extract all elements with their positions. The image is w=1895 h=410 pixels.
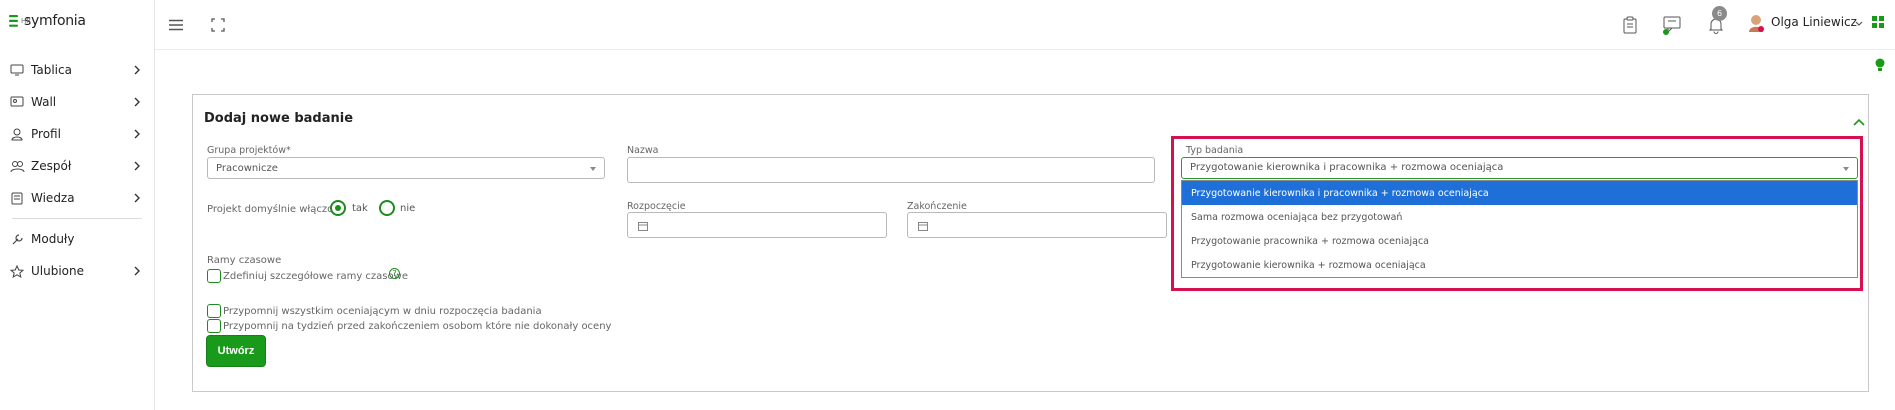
type-options-list: Przygotowanie kierownika i pracownika + … <box>1181 180 1858 278</box>
sidebar-item-zespol[interactable]: Zespół <box>0 150 155 182</box>
topbar: 6 Olga Liniewicz <box>155 0 1895 50</box>
create-button[interactable]: Utwórz <box>206 335 266 367</box>
book-icon <box>9 190 25 206</box>
chevron-right-icon <box>134 97 140 107</box>
default-no-radio[interactable] <box>379 200 395 216</box>
sidebar-item-label: Wiedza <box>31 191 75 205</box>
remind-all-label: Przypomnij wszystkim oceniającym w dniu … <box>223 306 542 317</box>
sidebar-item-ulubione[interactable]: Ulubione <box>0 255 155 287</box>
chevron-right-icon <box>134 161 140 171</box>
remind-all-checkbox[interactable] <box>207 304 221 318</box>
clipboard-icon[interactable] <box>1619 14 1641 36</box>
sidebar-item-wall[interactable]: Wall <box>0 86 155 118</box>
group-select[interactable]: Pracownicze <box>207 157 605 179</box>
chevron-down-icon[interactable] <box>1855 21 1863 27</box>
lightbulb-icon[interactable] <box>1874 57 1886 73</box>
chevron-right-icon <box>134 65 140 75</box>
messages-icon[interactable] <box>1661 14 1683 36</box>
caret-down-icon <box>590 167 596 171</box>
sidebar-item-label: Zespół <box>31 159 72 173</box>
help-icon[interactable]: ? <box>389 268 400 279</box>
sidebar-item-label: Profil <box>31 127 61 141</box>
user-name[interactable]: Olga Liniewicz <box>1771 15 1857 29</box>
fullscreen-icon[interactable] <box>207 14 229 36</box>
end-date-input[interactable] <box>907 212 1167 238</box>
type-option[interactable]: Przygotowanie pracownika + rozmowa oceni… <box>1182 229 1857 253</box>
sidebar-item-tablica[interactable]: Tablica <box>0 54 155 86</box>
group-select-value: Pracownicze <box>216 163 278 174</box>
type-select-value: Przygotowanie kierownika i pracownika + … <box>1190 162 1504 173</box>
default-project-label: Projekt domyślnie włączony <box>207 204 346 215</box>
sidebar-item-wiedza[interactable]: Wiedza <box>0 182 155 214</box>
avatar[interactable] <box>1747 13 1765 33</box>
hamburger-menu-icon[interactable] <box>165 14 187 36</box>
notification-badge: 6 <box>1712 6 1727 21</box>
chevron-right-icon <box>134 193 140 203</box>
wrench-icon <box>9 231 25 247</box>
logo-text: symfonia <box>24 13 86 29</box>
sidebar-item-profil[interactable]: Profil <box>0 118 155 150</box>
sidebar-nav: Tablica Wall Profil Zespół Wiedza Moduły… <box>0 54 155 287</box>
name-input[interactable] <box>627 157 1155 183</box>
user-icon <box>9 126 25 142</box>
star-icon <box>9 263 25 279</box>
default-no-label: nie <box>400 203 416 214</box>
sidebar-item-label: Tablica <box>31 63 72 77</box>
calendar-icon[interactable] <box>638 221 648 231</box>
default-yes-radio[interactable] <box>330 200 346 216</box>
end-label: Zakończenie <box>907 201 967 212</box>
type-select[interactable]: Przygotowanie kierownika i pracownika + … <box>1181 157 1858 179</box>
sidebar-item-moduly[interactable]: Moduły <box>0 223 155 255</box>
group-label: Grupa projektów* <box>207 145 291 156</box>
monitor-icon <box>9 62 25 78</box>
chevron-up-icon[interactable] <box>1853 117 1865 127</box>
start-label: Rozpoczęcie <box>627 201 686 212</box>
start-date-input[interactable] <box>627 212 887 238</box>
logo-subtitle: HR <box>21 17 32 25</box>
app-root: symfonia HR Tablica Wall Profil Zespół W… <box>0 0 1895 410</box>
type-option[interactable]: Przygotowanie kierownika i pracownika + … <box>1182 181 1857 205</box>
team-icon <box>9 158 25 174</box>
chevron-right-icon <box>134 266 140 276</box>
type-option[interactable]: Przygotowanie kierownika + rozmowa oceni… <box>1182 253 1857 277</box>
sidebar: symfonia HR Tablica Wall Profil Zespół W… <box>0 0 155 410</box>
timeframe-checkbox-label: Zdefiniuj szczegółowe ramy czasowe <box>223 271 408 282</box>
timeframe-checkbox[interactable] <box>207 269 221 283</box>
chevron-right-icon <box>134 129 140 139</box>
default-yes-label: tak <box>352 203 368 214</box>
caret-down-icon <box>1843 167 1849 171</box>
name-label: Nazwa <box>627 145 659 156</box>
remind-week-checkbox[interactable] <box>207 319 221 333</box>
logo[interactable]: symfonia <box>8 14 86 28</box>
sidebar-item-label: Moduły <box>31 232 75 246</box>
symfonia-logo-icon <box>9 15 18 27</box>
type-label: Typ badania <box>1186 145 1244 156</box>
remind-week-label: Przypomnij na tydzień przed zakończeniem… <box>223 321 612 332</box>
apps-grid-icon[interactable] <box>1871 15 1885 29</box>
type-option[interactable]: Sama rozmowa oceniająca bez przygotowań <box>1182 205 1857 229</box>
sidebar-item-label: Ulubione <box>31 264 85 278</box>
sidebar-item-label: Wall <box>31 95 57 109</box>
timeframe-label: Ramy czasowe <box>207 255 282 266</box>
sidebar-divider <box>12 218 142 219</box>
form-title: Dodaj nowe badanie <box>204 111 354 126</box>
calendar-icon[interactable] <box>918 221 928 231</box>
wall-icon <box>9 94 25 110</box>
